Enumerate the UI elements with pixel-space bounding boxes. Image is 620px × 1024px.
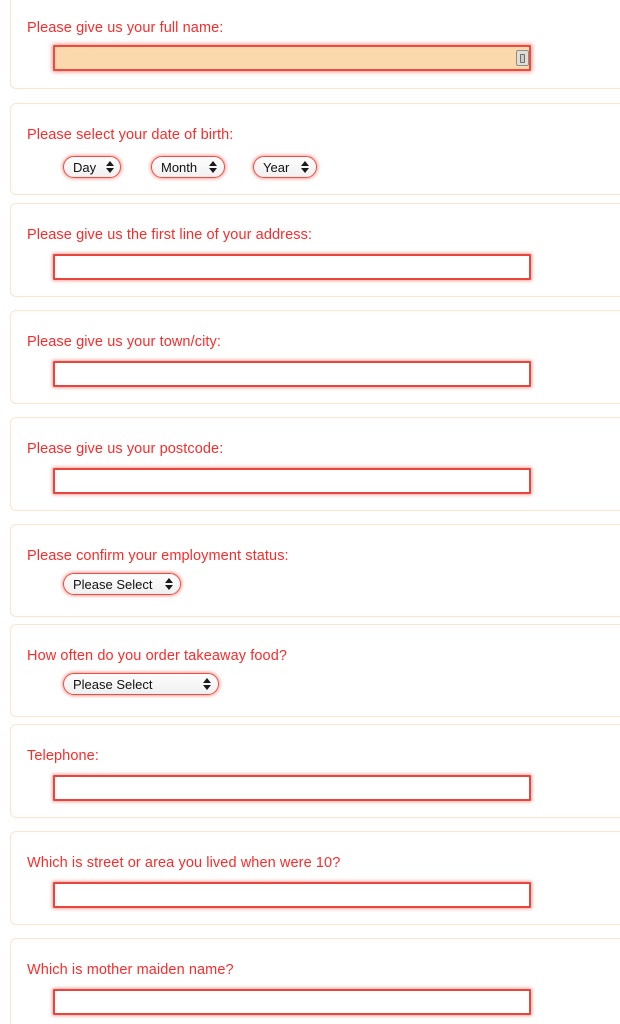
chevron-updown-icon <box>209 161 217 173</box>
section-town-city: Please give us your town/city: <box>10 310 620 404</box>
chevron-updown-icon <box>165 578 173 590</box>
section-postcode: Please give us your postcode: <box>10 417 620 511</box>
label-childhood-street: Which is street or area you lived when w… <box>27 855 341 871</box>
select-takeaway-frequency-value: Please Select <box>73 676 153 692</box>
select-takeaway-frequency[interactable]: Please Select <box>63 673 219 695</box>
input-mother-maiden-name[interactable] <box>53 989 531 1015</box>
form-page: Please give us your full name: Please se… <box>0 0 620 1024</box>
label-date-of-birth: Please select your date of birth: <box>27 127 234 143</box>
select-dob-month-value: Month <box>161 159 198 175</box>
chevron-updown-icon <box>203 678 211 690</box>
label-town-city: Please give us your town/city: <box>27 334 222 350</box>
section-date-of-birth: Please select your date of birth: Day Mo… <box>10 103 620 195</box>
select-dob-month[interactable]: Month <box>151 156 225 178</box>
section-takeaway-frequency: How often do you order takeaway food? Pl… <box>10 624 620 717</box>
section-telephone: Telephone: <box>10 724 620 818</box>
input-town-city[interactable] <box>53 361 531 387</box>
label-employment-status: Please confirm your employment status: <box>27 548 289 564</box>
select-employment-status-value: Please Select <box>73 576 153 592</box>
section-mother-maiden-name: Which is mother maiden name? <box>10 938 620 1024</box>
label-takeaway-frequency: How often do you order takeaway food? <box>27 648 288 664</box>
select-dob-day[interactable]: Day <box>63 156 121 178</box>
section-address-line-1: Please give us the first line of your ad… <box>10 203 620 297</box>
input-postcode[interactable] <box>53 468 531 494</box>
chevron-updown-icon <box>301 161 309 173</box>
select-dob-year-value: Year <box>263 159 290 175</box>
input-full-name[interactable] <box>53 45 531 71</box>
section-employment-status: Please confirm your employment status: P… <box>10 524 620 617</box>
input-telephone[interactable] <box>53 775 531 801</box>
select-employment-status[interactable]: Please Select <box>63 573 181 595</box>
section-full-name: Please give us your full name: <box>10 0 620 89</box>
autofill-contact-card-icon[interactable] <box>516 50 529 66</box>
label-telephone: Telephone: <box>27 748 99 764</box>
chevron-updown-icon <box>106 161 115 173</box>
label-full-name: Please give us your full name: <box>27 20 224 36</box>
select-dob-year[interactable]: Year <box>253 156 317 178</box>
section-childhood-street: Which is street or area you lived when w… <box>10 831 620 925</box>
select-dob-day-value: Day <box>73 159 97 175</box>
label-address-line-1: Please give us the first line of your ad… <box>27 227 313 243</box>
input-address-line-1[interactable] <box>53 254 531 280</box>
label-mother-maiden-name: Which is mother maiden name? <box>27 962 234 978</box>
input-childhood-street[interactable] <box>53 882 531 908</box>
label-postcode: Please give us your postcode: <box>27 441 224 457</box>
